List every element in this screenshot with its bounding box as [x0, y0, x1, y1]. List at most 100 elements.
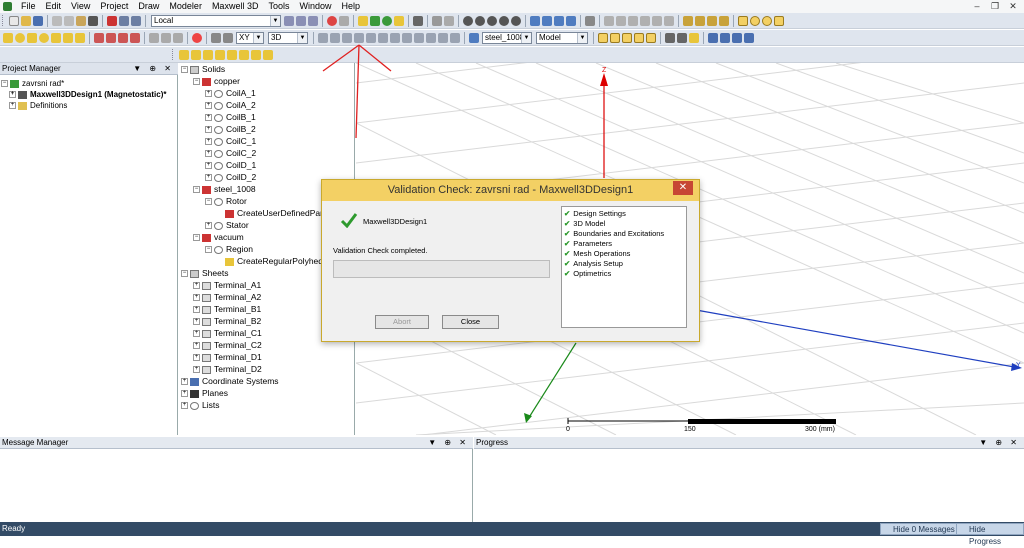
view-9-icon[interactable] [414, 32, 424, 43]
subtract-icon[interactable] [106, 32, 116, 43]
dynamic-zoom-icon[interactable] [511, 15, 521, 26]
tree-coil[interactable]: + CoilD_1 [205, 160, 256, 171]
spline-icon[interactable] [695, 15, 705, 26]
draw-5-icon[interactable] [652, 15, 662, 26]
vertex-icon[interactable] [622, 32, 632, 43]
report-icon[interactable] [394, 15, 404, 26]
tree-project[interactable]: − zavrsni rad* [1, 78, 64, 89]
hide-messages-button[interactable]: Hide 0 Messages [880, 523, 960, 535]
intersect-icon[interactable] [118, 32, 128, 43]
cs-face-icon[interactable] [308, 15, 318, 26]
tree-rotor[interactable]: − Rotor [205, 196, 247, 207]
cs-icon[interactable] [284, 15, 294, 26]
paste-icon[interactable] [76, 15, 86, 26]
sphere-icon[interactable] [39, 32, 49, 43]
object-icon[interactable] [634, 32, 644, 43]
sheet-6-icon[interactable] [239, 49, 249, 60]
collapse-icon[interactable]: − [193, 78, 200, 85]
menu-tools[interactable]: Tools [263, 0, 294, 13]
axes-icon[interactable] [708, 32, 718, 43]
collapse-icon[interactable]: − [181, 66, 188, 73]
minimize-button[interactable]: – [968, 0, 986, 12]
tree-sheets[interactable]: − Sheets [181, 268, 228, 279]
draw-4-icon[interactable] [640, 15, 650, 26]
hide-progress-button[interactable]: Hide Progress [956, 523, 1024, 546]
cylinder-icon[interactable] [15, 32, 25, 43]
split-icon[interactable] [130, 32, 140, 43]
view-12-icon[interactable] [450, 32, 460, 43]
tree-coil[interactable]: + CoilB_2 [205, 124, 256, 135]
draw-2-icon[interactable] [616, 15, 626, 26]
list-icon[interactable] [339, 15, 349, 26]
tree-region[interactable]: − Region [205, 244, 253, 255]
tree-coil[interactable]: + CoilC_1 [205, 136, 256, 147]
edge-icon[interactable] [610, 32, 620, 43]
tree-copper[interactable]: − copper [193, 76, 240, 87]
plane-select[interactable]: XY ▼ [236, 31, 264, 44]
toolbar-grip-2[interactable] [172, 49, 175, 60]
panel-controls[interactable]: ▼ ⊕ ✕ [428, 437, 469, 449]
axes-3-icon[interactable] [732, 32, 742, 43]
save-icon[interactable] [33, 15, 43, 26]
polygon-icon[interactable] [774, 15, 784, 26]
multi-icon[interactable] [646, 32, 656, 43]
sheet-7-icon[interactable] [251, 49, 261, 60]
analyze-icon[interactable] [382, 15, 392, 26]
print-icon[interactable] [88, 15, 98, 26]
tree-coil[interactable]: + CoilD_2 [205, 172, 256, 183]
model-select[interactable]: Model ▼ [536, 31, 588, 44]
rotate-obj-icon[interactable] [161, 32, 171, 43]
unite-icon[interactable] [94, 32, 104, 43]
open-icon[interactable] [21, 15, 31, 26]
view-10-icon[interactable] [426, 32, 436, 43]
sheet-4-icon[interactable] [215, 49, 225, 60]
zoom-out-icon[interactable] [542, 15, 552, 26]
tree-terminal[interactable]: + Terminal_C2 [193, 340, 262, 351]
tree-vacuum[interactable]: − vacuum [193, 232, 244, 243]
tree-solids[interactable]: − Solids [181, 64, 225, 75]
tree-terminal[interactable]: + Terminal_D2 [193, 364, 262, 375]
box-icon[interactable] [3, 32, 13, 43]
fit-all-icon[interactable] [554, 15, 564, 26]
tree-coil[interactable]: + CoilB_1 [205, 112, 256, 123]
menu-help[interactable]: Help [336, 0, 365, 13]
menu-modeler[interactable]: Modeler [164, 0, 207, 13]
sheet-icon[interactable] [179, 49, 189, 60]
panel-controls[interactable]: ▼ ⊕ ✕ [979, 437, 1020, 449]
tree-terminal[interactable]: + Terminal_A1 [193, 280, 261, 291]
sheet-3-icon[interactable] [203, 49, 213, 60]
polyhedron-icon[interactable] [75, 32, 85, 43]
assign-icon[interactable] [469, 32, 479, 43]
select-face-icon[interactable] [444, 15, 454, 26]
rotate-icon[interactable] [475, 15, 485, 26]
tree-terminal[interactable]: + Terminal_B1 [193, 304, 261, 315]
expand-icon[interactable]: + [9, 91, 16, 98]
stop-icon[interactable] [327, 15, 337, 26]
panel-controls[interactable]: ▼ ⊕ ✕ [133, 63, 174, 75]
tree-definitions[interactable]: + Definitions [9, 100, 67, 111]
tree-coordinate-systems[interactable]: + Coordinate Systems [181, 376, 279, 387]
line-icon[interactable] [683, 15, 693, 26]
face-icon[interactable] [598, 32, 608, 43]
menu-edit[interactable]: Edit [41, 0, 67, 13]
cut-icon[interactable] [52, 15, 62, 26]
pan-icon[interactable] [463, 15, 473, 26]
toolbar-grip[interactable] [2, 15, 5, 26]
sheet-5-icon[interactable] [227, 49, 237, 60]
copy-icon[interactable] [64, 15, 74, 26]
rotate-axis-icon[interactable] [487, 15, 497, 26]
draw-icon[interactable] [604, 15, 614, 26]
view-11-icon[interactable] [438, 32, 448, 43]
dialog-close-button[interactable]: ✕ [673, 181, 693, 195]
tree-design[interactable]: + Maxwell3DDesign1 (Magnetostatic)* [9, 89, 166, 100]
collapse-icon[interactable]: − [1, 80, 8, 87]
menu-project[interactable]: Project [95, 0, 133, 13]
menu-maxwell3d[interactable]: Maxwell 3D [207, 0, 264, 13]
restore-button[interactable]: ❐ [986, 0, 1004, 12]
equation-curve-icon[interactable] [719, 15, 729, 26]
select-icon[interactable] [432, 15, 442, 26]
grid-icon[interactable] [223, 32, 233, 43]
mirror-icon[interactable] [173, 32, 183, 43]
sheet-2-icon[interactable] [191, 49, 201, 60]
sheet-8-icon[interactable] [263, 49, 273, 60]
